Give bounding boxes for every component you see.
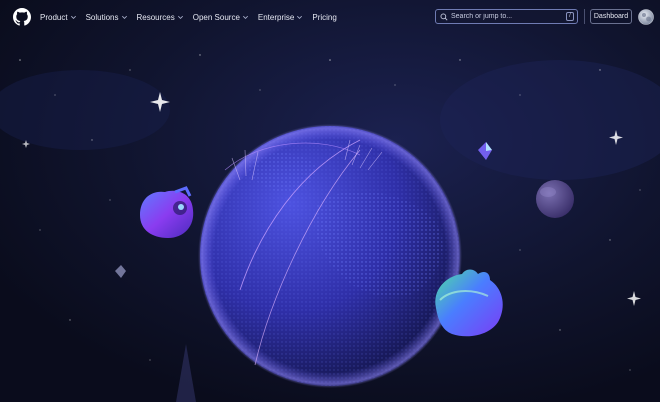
planet-small bbox=[536, 180, 574, 218]
nav-item-solutions[interactable]: Solutions bbox=[86, 13, 128, 22]
nav-item-label: Resources bbox=[136, 12, 175, 22]
nav-item-label: Solutions bbox=[85, 12, 119, 22]
hero-space-scene bbox=[0, 0, 660, 402]
dashboard-button[interactable]: Dashboard bbox=[590, 9, 632, 24]
nav-item-enterprise[interactable]: Enterprise bbox=[258, 13, 303, 22]
nav-item-label: Enterprise bbox=[257, 12, 295, 22]
search-input[interactable] bbox=[451, 13, 561, 20]
header-divider bbox=[584, 9, 585, 24]
chevron-down-icon bbox=[121, 15, 127, 19]
nav-item-label: Open Source bbox=[192, 12, 240, 22]
chevron-down-icon bbox=[242, 15, 248, 19]
search-icon bbox=[440, 13, 448, 21]
nav-item-open-source[interactable]: Open Source bbox=[193, 13, 249, 22]
search-box[interactable]: / bbox=[435, 9, 578, 24]
nav-item-label: Pricing bbox=[312, 12, 337, 22]
shortcut-key-badge: / bbox=[566, 12, 574, 21]
github-logo-icon[interactable] bbox=[13, 8, 31, 26]
top-navigation-bar: Product Solutions Resources Open Source … bbox=[0, 0, 660, 34]
chevron-down-icon bbox=[70, 15, 76, 19]
nav-item-product[interactable]: Product bbox=[40, 13, 77, 22]
chevron-down-icon bbox=[297, 15, 303, 19]
chevron-down-icon bbox=[177, 15, 183, 19]
globe bbox=[198, 124, 462, 388]
main-menu: Product Solutions Resources Open Source … bbox=[40, 0, 346, 34]
nav-item-pricing[interactable]: Pricing bbox=[312, 13, 336, 22]
user-avatar[interactable] bbox=[638, 9, 654, 25]
nav-item-label: Product bbox=[40, 12, 68, 22]
nav-item-resources[interactable]: Resources bbox=[137, 13, 184, 22]
